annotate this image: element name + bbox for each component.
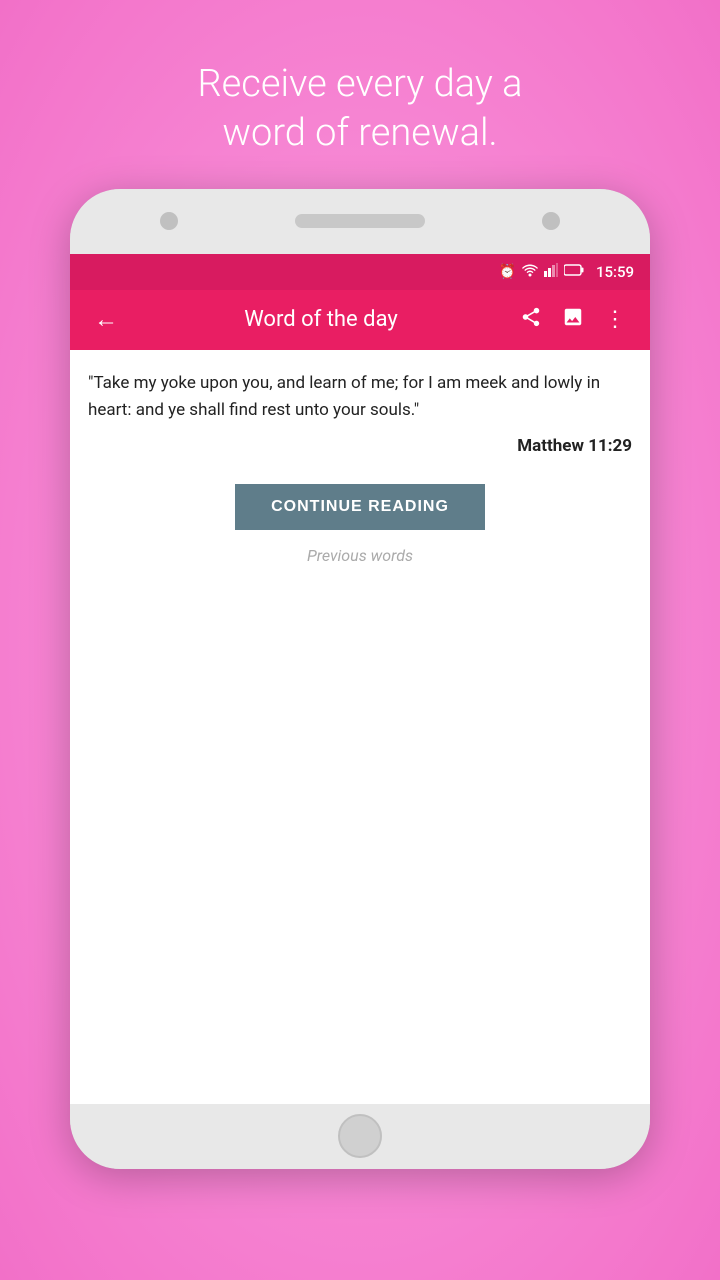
toolbar-actions: ⋮ bbox=[512, 298, 634, 342]
phone-frame: ⏰ bbox=[70, 189, 650, 1169]
app-title: Word of the day bbox=[130, 307, 512, 332]
front-camera-right bbox=[542, 212, 560, 230]
status-icons: ⏰ bbox=[499, 263, 635, 281]
previous-words-link[interactable]: Previous words bbox=[307, 546, 413, 565]
home-button[interactable] bbox=[338, 1114, 382, 1158]
scripture-quote: "Take my yoke upon you, and learn of me;… bbox=[88, 370, 632, 424]
signal-icon bbox=[544, 263, 558, 281]
phone-top-bezel bbox=[70, 189, 650, 254]
tagline-line1: Receive every day a bbox=[198, 62, 523, 106]
speaker-grille bbox=[295, 214, 425, 228]
status-bar: ⏰ bbox=[70, 254, 650, 290]
more-options-button[interactable]: ⋮ bbox=[596, 299, 634, 340]
content-area: "Take my yoke upon you, and learn of me;… bbox=[70, 350, 650, 1104]
scripture-reference: Matthew 11:29 bbox=[88, 436, 632, 456]
phone-bottom-bezel bbox=[70, 1104, 650, 1169]
status-time: 15:59 bbox=[596, 263, 634, 281]
phone-screen: ⏰ bbox=[70, 254, 650, 1104]
tagline: Receive every day a word of renewal. bbox=[138, 60, 583, 159]
share-button[interactable] bbox=[512, 298, 550, 342]
front-camera-left bbox=[160, 212, 178, 230]
app-bar: ← Word of the day ⋮ bbox=[70, 290, 650, 350]
tagline-line2: word of renewal. bbox=[222, 111, 497, 155]
battery-icon bbox=[564, 264, 584, 280]
image-button[interactable] bbox=[554, 298, 592, 342]
continue-reading-button[interactable]: CONTINUE READING bbox=[235, 484, 485, 530]
back-button[interactable]: ← bbox=[86, 297, 126, 342]
wifi-icon bbox=[522, 263, 538, 281]
alarm-icon: ⏰ bbox=[499, 264, 516, 280]
